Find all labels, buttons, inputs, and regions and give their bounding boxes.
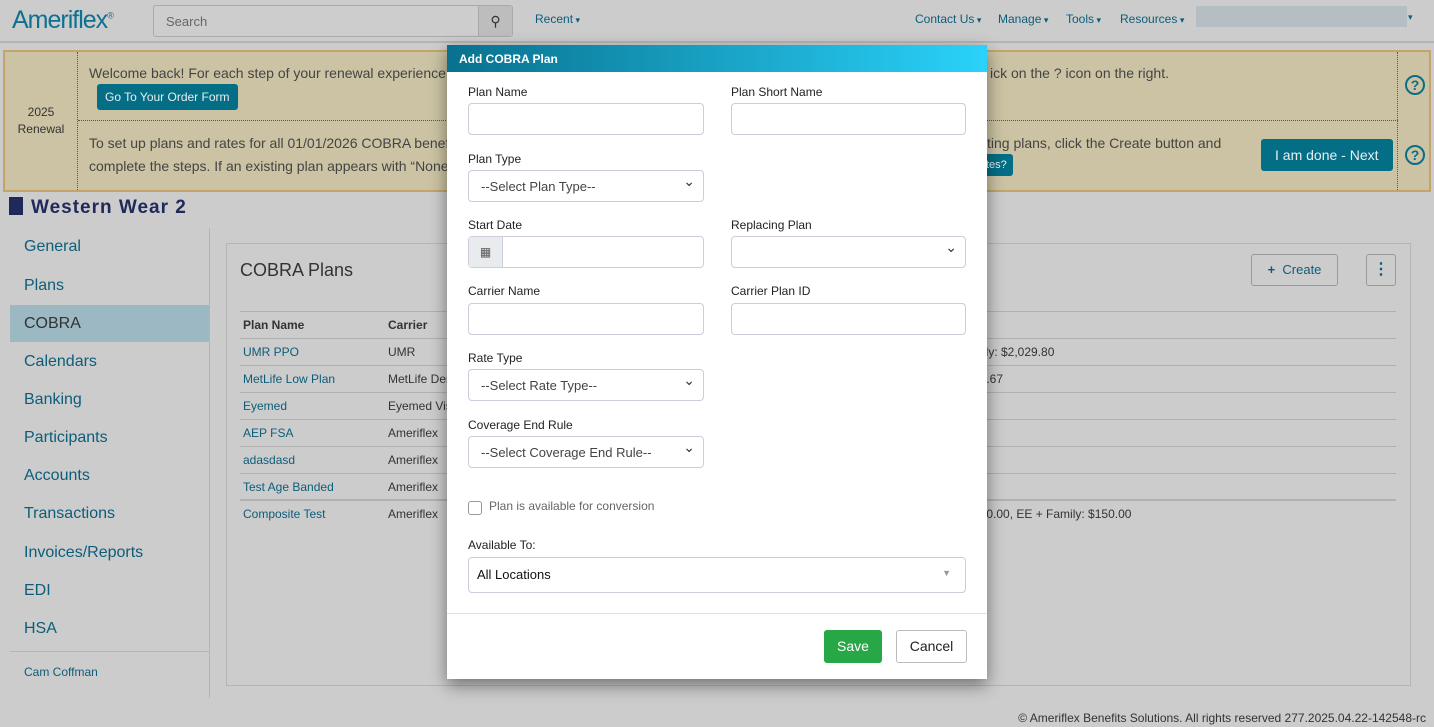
carrier-name-input[interactable] [468,303,704,335]
save-button[interactable]: Save [824,630,882,663]
setup-text-2: complete the steps. If an existing plan … [89,158,454,174]
sidebar-item-banking[interactable]: Banking [10,381,209,418]
conversion-checkbox[interactable] [468,501,482,515]
nav-tools[interactable]: Tools [1066,12,1101,26]
search-box[interactable]: Search ⚲ [153,5,513,37]
carrier-plan-id-label: Carrier Plan ID [731,284,811,298]
available-to-select[interactable]: All Locations ▼ [468,557,966,593]
ameriflex-logo[interactable]: Ameriflex® [12,6,114,35]
rate-type-select[interactable]: --Select Rate Type-- [468,369,704,401]
setup-text-end: ting plans, click the Create button and [987,135,1222,151]
sidebar-item-cobra[interactable]: COBRA [10,305,209,342]
nav-resources[interactable]: Resources [1120,12,1184,26]
carrier-cell: Ameriflex [388,480,439,494]
sidebar-item-invoices-reports[interactable]: Invoices/Reports [10,534,209,571]
create-button[interactable]: + Create [1251,254,1338,286]
carrier-cell: MetLife Der [388,372,451,386]
plan-name-link[interactable]: AEP FSA [243,420,293,446]
plan-type-label: Plan Type [468,152,522,166]
plus-icon: + [1267,262,1276,277]
carrier-cell: Ameriflex [388,426,439,440]
carrier-cell: Ameriflex [388,507,439,521]
create-label: Create [1282,262,1322,277]
sidebar-item-edi[interactable]: EDI [10,572,209,609]
plan-name-link[interactable]: UMR PPO [243,339,299,365]
available-to-label: Available To: [468,538,536,552]
done-next-button[interactable]: I am done - Next [1261,139,1393,171]
plan-type-select[interactable]: --Select Plan Type-- [468,170,704,202]
cancel-button[interactable]: Cancel [896,630,967,663]
sidebar: General Plans COBRA Calendars Banking Pa… [10,228,210,698]
building-icon [9,197,23,215]
plan-name-link[interactable]: adasdasd [243,447,295,473]
replacing-plan-label: Replacing Plan [731,218,812,232]
footer-copyright: © Ameriflex Benefits Solutions. All righ… [1018,711,1426,725]
sidebar-item-calendars[interactable]: Calendars [10,343,209,380]
carrier-cell: Ameriflex [388,453,439,467]
replacing-plan-select[interactable] [731,236,966,268]
sidebar-item-participants[interactable]: Participants [10,419,209,456]
start-date-input[interactable]: ▦ [468,236,704,268]
modal-footer-divider [447,613,987,614]
modal-title: Add COBRA Plan [447,45,987,72]
calendar-icon[interactable]: ▦ [469,237,503,267]
column-carrier: Carrier [388,318,428,332]
add-cobra-plan-modal: Add COBRA Plan Plan Name Plan Short Name… [447,45,987,679]
user-menu-caret-icon[interactable]: ▾ [1408,12,1413,23]
welcome-text: Welcome back! For each step of your rene… [89,65,461,81]
coverage-end-rule-label: Coverage End Rule [468,418,573,432]
order-form-button[interactable]: Go To Your Order Form [97,84,238,110]
search-input[interactable]: Search [166,14,207,29]
sidebar-item-plans[interactable]: Plans [10,267,209,304]
logo-mark: ® [107,10,114,21]
company-name: Western Wear 2 [31,197,187,218]
plan-name-link[interactable]: Eyemed [243,393,287,419]
setup-text: To set up plans and rates for all 01/01/… [89,135,453,151]
plan-name-input[interactable] [468,103,704,135]
available-to-value: All Locations [477,567,551,582]
sidebar-item-accounts[interactable]: Accounts [10,457,209,494]
company-title: Western Wear 2 [9,197,187,219]
search-icon[interactable]: ⚲ [478,6,512,36]
renewal-year: 2025 [27,105,55,119]
sidebar-divider [10,651,209,652]
carrier-cell: Eyemed Vis [388,399,452,413]
nav-contact-us[interactable]: Contact Us [915,12,981,26]
top-navbar: Ameriflex® Search ⚲ Recent Contact Us Man… [0,0,1434,43]
dropdown-caret-icon: ▼ [942,568,951,578]
plan-short-name-label: Plan Short Name [731,85,823,99]
more-options-icon[interactable]: ⋮ [1366,254,1396,286]
coverage-end-rule-select[interactable]: --Select Coverage End Rule-- [468,436,704,468]
plan-name-link[interactable]: MetLife Low Plan [243,366,335,392]
renewal-label: 2025 Renewal [5,52,78,190]
column-plan-name: Plan Name [243,318,305,332]
rates-cell: 100.00, EE + Family: $150.00 [973,507,1132,521]
plan-short-name-input[interactable] [731,103,966,135]
logo-text: Ameriflex [12,6,108,34]
welcome-text-end: ick on the ? icon on the right. [990,65,1169,81]
carrier-name-label: Carrier Name [468,284,541,298]
sidebar-item-transactions[interactable]: Transactions [10,495,209,532]
rate-type-label: Rate Type [468,351,523,365]
carrier-plan-id-input[interactable] [731,303,966,335]
plan-name-link[interactable]: Composite Test [243,501,325,527]
start-date-label: Start Date [468,218,523,232]
sidebar-item-hsa[interactable]: HSA [10,610,209,647]
sidebar-item-general[interactable]: General [10,228,209,265]
sidebar-user[interactable]: Cam Coffman [24,665,98,679]
help-icon[interactable]: ? [1405,75,1425,95]
conversion-label: Plan is available for conversion [489,499,655,513]
renewal-text: Renewal [17,122,65,136]
help-column: ? ? [1397,52,1431,190]
plan-name-link[interactable]: Test Age Banded [243,474,334,500]
help-icon[interactable]: ? [1405,145,1425,165]
user-menu[interactable] [1196,6,1407,27]
carrier-cell: UMR [388,345,416,359]
plan-name-label: Plan Name [468,85,528,99]
nav-manage[interactable]: Manage [998,12,1048,26]
nav-recent[interactable]: Recent [535,12,580,26]
panel-title: COBRA Plans [240,260,354,280]
